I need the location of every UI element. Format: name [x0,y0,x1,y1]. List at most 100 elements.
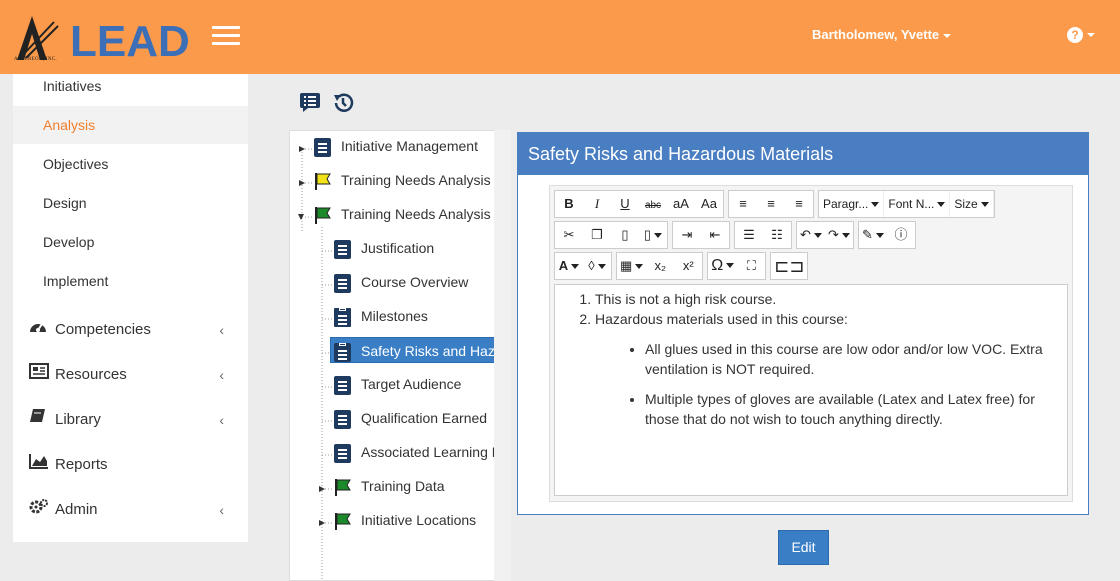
font-size-select-label: Size [954,197,978,211]
sidebar-item-initiatives[interactable]: Initiatives [13,67,248,105]
special-character-button[interactable]: Ω [708,253,737,279]
chevron-down-icon [875,233,884,239]
tree-node-label: Associated Learning E [361,444,495,460]
sidebar-item-develop[interactable]: Develop [13,223,248,261]
sidebar-item-analysis[interactable]: Analysis [13,106,248,144]
sidebar-item-label: Develop [43,234,95,250]
sidebar-item-competencies[interactable]: Competencies ‹ [13,310,248,350]
chevron-down-icon [871,202,880,208]
tree-node-label: Training Needs Analysis [341,206,491,222]
cut-icon[interactable]: ✂ [555,222,583,248]
sidebar-item-reports[interactable]: Reports [13,445,248,485]
underline-button[interactable]: U [611,191,639,217]
capitalize-button[interactable]: Aa [695,191,723,217]
bullet-list-icon[interactable]: ☰ [735,222,763,248]
paste-icon[interactable]: ▯ [611,222,639,248]
sidebar-item-implement[interactable]: Implement [13,262,248,300]
undo-icon[interactable]: ↶ [797,222,825,248]
chevron-down-icon [937,202,946,208]
tree-node-initiative-management[interactable]: Initiative Management [314,133,482,159]
help-icon: ? [1067,27,1083,44]
sidebar-item-resources[interactable]: Resources ‹ [13,355,248,395]
tree-node-label: Justification [361,240,435,256]
initiative-tree: Initiative Management Training Needs Ana… [289,130,495,581]
user-menu[interactable]: Bartholomew, Yvette [812,27,952,42]
chevron-down-icon [813,233,822,239]
paragraph-select[interactable]: Paragr... [819,191,885,217]
outdent-icon[interactable]: ⇤ [701,222,729,248]
chevron-down-icon [841,233,850,239]
toolbar-group-insert: Ω ⛶ [707,252,767,280]
chevron-down-icon [597,264,606,270]
sidebar-item-label: Resources [55,366,127,383]
tree-node-label: Qualification Earned [361,410,488,426]
chevron-left-icon: ‹ [219,412,224,428]
document-icon [334,375,351,395]
toolbar-group-format: B I Uabc aA Aa [554,190,724,218]
yellow-flag-icon [314,172,331,191]
subscript-button[interactable]: x₂ [646,253,674,279]
copy-icon[interactable]: ❐ [583,222,611,248]
document-icon [314,137,331,157]
font-color-button[interactable]: A [555,253,583,279]
sidebar-item-objectives[interactable]: Objectives [13,145,248,183]
bold-button[interactable]: B [555,191,583,217]
align-center-icon[interactable]: ≡ [757,191,785,217]
edit-button[interactable]: Edit [778,530,829,565]
paste-special-icon[interactable]: ▯ [639,222,667,248]
document-icon [334,273,351,293]
toolbar-group-colors: A ◊ [554,252,612,280]
tree-node-label: Initiative Locations [361,512,477,528]
tree-node-label: Safety Risks and Haz [361,343,495,359]
menu-toggle-icon[interactable] [212,26,240,48]
sidebar-item-admin[interactable]: Admin ‹ [13,490,248,530]
page-break-icon[interactable]: ⊏⊐ [771,253,807,279]
align-right-icon[interactable]: ≡ [785,191,813,217]
font-name-select[interactable]: Font N... [884,191,951,217]
italic-button[interactable]: I [583,191,611,217]
sidebar-item-library[interactable]: Library ‹ [13,400,248,440]
tree-node-training-data[interactable]: Training Data [334,473,449,499]
tree-node-training-needs-analysis-yellow[interactable]: Training Needs Analysis [314,167,494,193]
font-size-select[interactable]: Size [950,191,994,217]
uppercase-button[interactable]: aA [667,191,695,217]
tree-node-safety-risks[interactable]: Safety Risks and Haz [330,337,495,363]
highlight-color-icon[interactable]: ◊ [583,253,611,279]
history-icon[interactable] [332,92,354,117]
sidebar-item-design[interactable]: Design [13,184,248,222]
tree-scrollbar[interactable] [494,130,511,581]
tree-node-label: Target Audience [361,376,462,392]
toolbar-group-clipboard: ✂ ❐ ▯ ▯ [554,221,668,249]
strikethrough-button[interactable]: abc [639,193,667,219]
tree-node-milestones[interactable]: Milestones [334,303,432,329]
tree-node-target-audience[interactable]: Target Audience [334,371,465,397]
tree-node-initiative-locations[interactable]: Initiative Locations [334,507,480,533]
list-item: All glues used in this course are low od… [645,339,1057,379]
table-icon[interactable]: ▦ [617,253,646,279]
help-circle-icon[interactable]: ⓘ [887,222,915,248]
help-menu[interactable]: ? [1067,26,1095,44]
list-view-icon[interactable] [299,92,321,115]
chevron-down-icon [1087,33,1095,38]
toolbar-group-indent: ⇥ ⇤ [672,221,730,249]
document-icon [334,443,351,463]
tree-node-training-needs-analysis-green[interactable]: Training Needs Analysis [314,201,494,227]
tree-node-associated-learning[interactable]: Associated Learning E [334,439,495,465]
align-left-icon[interactable]: ≡ [729,191,757,217]
tree-node-qualification-earned[interactable]: Qualification Earned [334,405,491,431]
sidebar: Initiatives Analysis Objectives Design D… [13,74,248,542]
list-item: This is not a high risk course. [595,289,1057,309]
redo-icon[interactable]: ↷ [825,222,853,248]
indent-icon[interactable]: ⇥ [673,222,701,248]
toolbar-group-styles: Paragr... Font N... Size [818,190,995,218]
tree-node-justification[interactable]: Justification [334,235,438,261]
clipboard-icon [334,342,351,362]
sidebar-item-label: Analysis [43,117,96,133]
editor-content[interactable]: This is not a high risk course. Hazardou… [554,284,1068,496]
fullscreen-icon[interactable]: ⛶ [737,253,765,279]
format-painter-icon[interactable]: ✎ [859,222,887,248]
superscript-button[interactable]: x² [674,253,702,279]
numbered-list-icon[interactable]: ☷ [763,222,791,248]
tree-node-course-overview[interactable]: Course Overview [334,269,472,295]
panel-title: Safety Risks and Hazardous Materials [518,133,1088,175]
